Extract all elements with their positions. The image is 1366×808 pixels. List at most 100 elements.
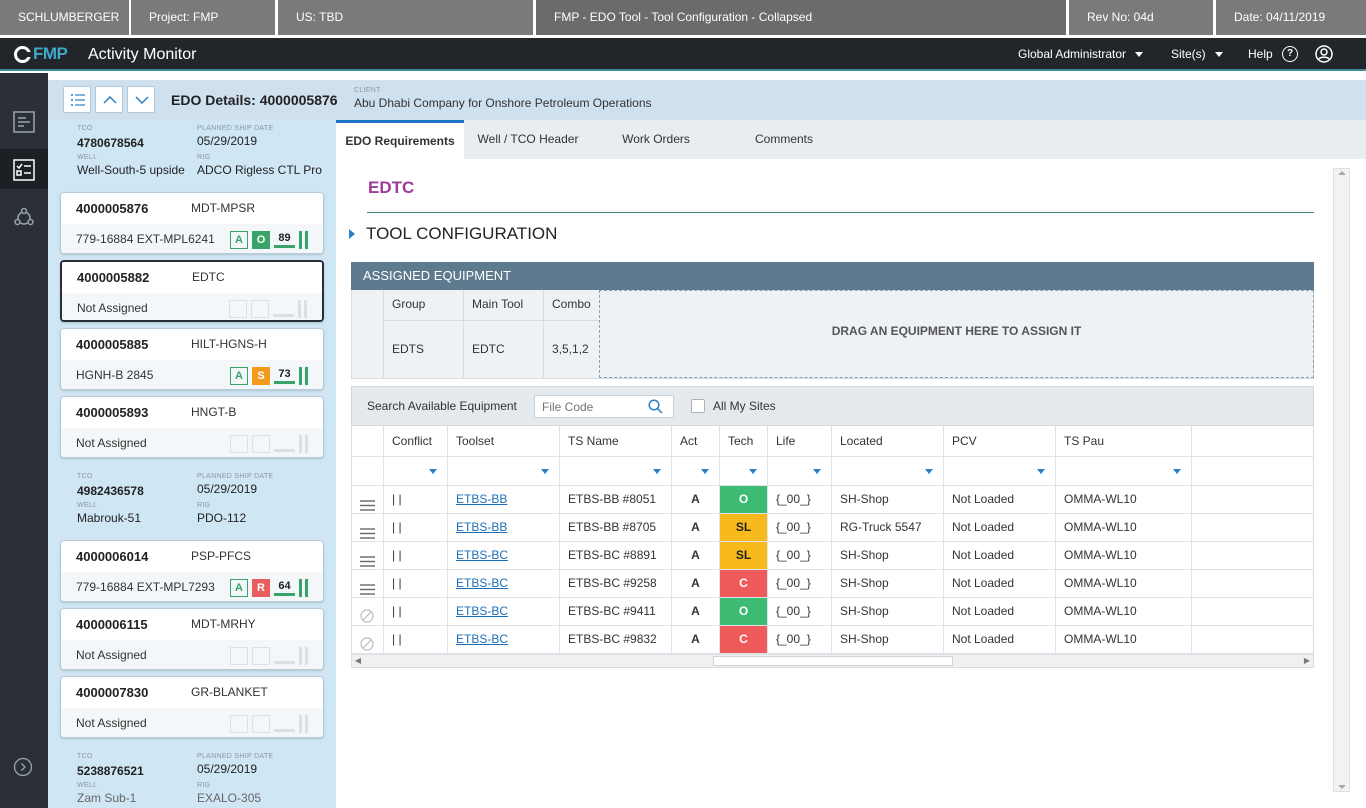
drag-handle-icon[interactable] [360, 494, 375, 513]
row-handle [352, 626, 384, 653]
planned-ship-date-label: PLANNED SHIP DATE [197, 753, 274, 760]
edo-card-id: 4000005893 [76, 405, 149, 420]
tab-edo-requirements[interactable]: EDO Requirements [336, 120, 464, 159]
section-divider [367, 212, 1314, 213]
filter-located[interactable] [832, 457, 944, 485]
search-icon[interactable] [648, 399, 663, 417]
drag-handle-icon[interactable] [360, 550, 375, 569]
grid-col-act[interactable]: Act [672, 426, 720, 456]
planned-ship-date-value: 05/29/2019 [197, 134, 258, 148]
edo-card-code: MDT-MRHY [191, 617, 256, 631]
section-title: EDTC [368, 178, 415, 197]
grid-col-toolset[interactable]: Toolset [448, 426, 560, 456]
filter-tech[interactable] [720, 457, 768, 485]
edo-card[interactable]: 4000005893 HNGT-B Not Assigned [60, 396, 324, 458]
tool-configuration-title[interactable]: TOOL CONFIGURATION [366, 224, 557, 244]
filter-conflict[interactable] [384, 457, 448, 485]
equipment-drop-zone[interactable]: DRAG AN EQUIPMENT HERE TO ASSIGN IT [599, 290, 1314, 378]
blocked-icon[interactable] [360, 606, 374, 625]
toolset-link[interactable]: ETBS-BC [456, 632, 508, 646]
tab-well-tco-header[interactable]: Well / TCO Header [464, 120, 592, 159]
cell-conflict: | | [384, 486, 448, 513]
scroll-right-icon[interactable]: ▶ [1301, 655, 1313, 667]
grid-col-handle [352, 426, 384, 456]
tco-label: TCO [77, 125, 93, 132]
help-icon[interactable]: ? [1282, 46, 1298, 62]
cell-ts-pau: OMMA-WL10 [1056, 626, 1192, 653]
well-value: Mabrouk-51 [77, 511, 142, 525]
well-value: Zam Sub-1 [77, 791, 137, 805]
cell-pcv: Not Loaded [944, 514, 1056, 541]
availability-badge: A [230, 578, 248, 597]
tech-status-badge: C [720, 570, 768, 597]
edo-card-code: PSP-PFCS [191, 549, 252, 563]
filter-dropdown-icon [1173, 469, 1181, 474]
rail-checklist-button[interactable] [0, 149, 48, 189]
grid-col-tech[interactable]: Tech [720, 426, 768, 456]
table-row[interactable]: | | ETBS-BC ETBS-BC #9832 A C {_00_} SH-Shop No… [352, 626, 1313, 654]
filter-life[interactable] [768, 457, 832, 485]
rig-value: ADCO Rigless CTL Pro [197, 163, 322, 177]
table-row[interactable]: | | ETBS-BB ETBS-BB #8705 A SL {_00_} RG-Truck… [352, 514, 1313, 542]
rig-value: PDO-112 [197, 511, 247, 525]
grid-col-conflict[interactable]: Conflict [384, 426, 448, 456]
toolset-link[interactable]: ETBS-BB [456, 492, 507, 506]
info-rev: Rev No: 04d [1069, 0, 1213, 35]
status-badge: O [252, 230, 270, 249]
assigned-combo-column: Combo 3,5,1,2 [544, 290, 599, 378]
toolset-link[interactable]: ETBS-BC [456, 548, 508, 562]
edo-card[interactable]: 4000005885 HILT-HGNS-H HGNH-B 2845 A S 73 [60, 328, 324, 390]
expand-rail-icon[interactable] [13, 757, 33, 780]
toolset-link[interactable]: ETBS-BB [456, 520, 507, 534]
scroll-thumb[interactable] [713, 656, 953, 666]
toolset-link[interactable]: ETBS-BC [456, 576, 508, 590]
fmp-logo[interactable]: FMP [14, 44, 68, 64]
expand-arrow-icon[interactable] [349, 229, 355, 239]
app-title: Activity Monitor [88, 46, 197, 63]
table-row[interactable]: | | ETBS-BC ETBS-BC #9411 A O {_00_} SH-Shop No… [352, 598, 1313, 626]
edo-card[interactable]: 4000006014 PSP-PFCS 779-16884 EXT-MPL7293… [60, 540, 324, 602]
role-dropdown[interactable]: Global Administrator [1018, 38, 1144, 71]
toolset-link[interactable]: ETBS-BC [456, 604, 508, 618]
grid-col-pcv[interactable]: PCV [944, 426, 1056, 456]
filter-ts-name[interactable] [560, 457, 672, 485]
grid-col-located[interactable]: Located [832, 426, 944, 456]
all-my-sites-checkbox[interactable] [691, 399, 705, 413]
table-row[interactable]: | | ETBS-BB ETBS-BB #8051 A O {_00_} SH-Shop No… [352, 486, 1313, 514]
assigned-maintool-column: Main Tool EDTC [464, 290, 544, 378]
drag-handle-icon[interactable] [360, 578, 375, 597]
scroll-left-icon[interactable]: ◀ [352, 655, 364, 667]
edo-card[interactable]: 4000005876 MDT-MPSR 779-16884 EXT-MPL6241… [60, 192, 324, 254]
drag-handle-icon[interactable] [360, 522, 375, 541]
grid-col-ts-name[interactable]: TS Name [560, 426, 672, 456]
tab-comments[interactable]: Comments [720, 120, 848, 159]
rail-network-button[interactable] [0, 197, 48, 237]
help-link[interactable]: Help [1248, 38, 1273, 71]
filter-ts-pau[interactable] [1056, 457, 1192, 485]
blocked-icon[interactable] [360, 634, 374, 653]
cell-pcv: Not Loaded [944, 598, 1056, 625]
edo-card-selected[interactable]: 4000005882 EDTC Not Assigned [60, 260, 324, 322]
filter-pcv[interactable] [944, 457, 1056, 485]
list-toggle-button[interactable] [63, 86, 91, 113]
filter-act[interactable] [672, 457, 720, 485]
table-row[interactable]: | | ETBS-BC ETBS-BC #8891 A SL {_00_} SH-Shop N… [352, 542, 1313, 570]
grid-horizontal-scrollbar[interactable]: ◀ ▶ [352, 654, 1313, 667]
table-row[interactable]: | | ETBS-BC ETBS-BC #9258 A C {_00_} SH-Shop No… [352, 570, 1313, 598]
tab-work-orders[interactable]: Work Orders [592, 120, 720, 159]
next-button[interactable] [127, 86, 155, 113]
sites-dropdown[interactable]: Site(s) [1171, 38, 1223, 71]
health-bars-icon [299, 714, 309, 733]
filter-toolset[interactable] [448, 457, 560, 485]
edo-card-id: 4000007830 [76, 685, 149, 700]
filter-dropdown-icon [1037, 469, 1045, 474]
grid-col-life[interactable]: Life [768, 426, 832, 456]
edo-card[interactable]: 4000007830 GR-BLANKET Not Assigned [60, 676, 324, 738]
edo-card[interactable]: 4000006115 MDT-MRHY Not Assigned [60, 608, 324, 670]
rail-activity-button[interactable] [0, 101, 48, 141]
previous-button[interactable] [95, 86, 123, 113]
user-icon[interactable] [1315, 45, 1333, 66]
grid-col-ts-pau[interactable]: TS Pau [1056, 426, 1192, 456]
content-scrollbar[interactable] [1333, 168, 1350, 792]
edo-card-code: HNGT-B [191, 405, 237, 419]
